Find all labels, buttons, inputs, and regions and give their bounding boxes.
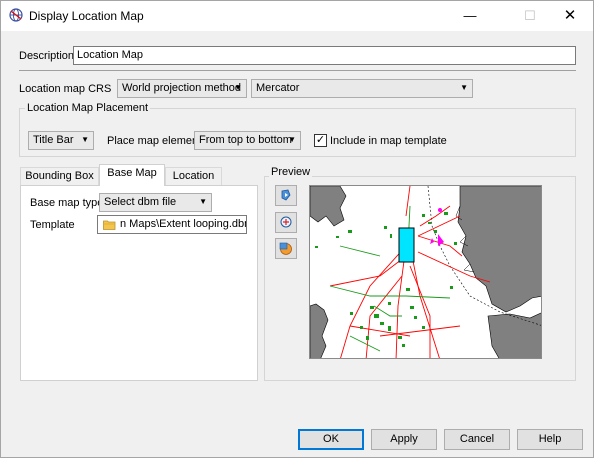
include-template-checkbox[interactable]: ✓ — [314, 134, 327, 147]
preview-group-title: Preview — [269, 166, 313, 178]
ok-button[interactable]: OK — [298, 429, 364, 450]
refresh-map-icon — [281, 189, 291, 201]
placement-order-select[interactable]: From top to bottom ▼ — [194, 131, 301, 150]
template-label: Template — [30, 219, 75, 231]
chevron-down-icon: ▼ — [234, 83, 242, 92]
zoom-extent-icon — [280, 216, 292, 228]
separator — [19, 70, 576, 71]
folder-icon[interactable] — [103, 219, 116, 230]
base-map-panel: Base map type Select dbm file ▼ Template… — [20, 185, 258, 381]
tab-location[interactable]: Location — [165, 167, 222, 185]
crs-method-select[interactable]: World projection method ▼ — [117, 79, 247, 98]
placement-group-title: Location Map Placement — [25, 102, 151, 114]
display-location-map-dialog: Display Location Map — ☐ ✕ Description L… — [0, 0, 594, 458]
chevron-down-icon: ▼ — [81, 135, 89, 144]
place-element-label: Place map element — [107, 135, 202, 147]
minimize-button[interactable]: — — [447, 1, 493, 31]
template-file-field[interactable]: n Maps\Extent looping.dbm — [97, 215, 247, 234]
title-bar: Display Location Map — ☐ ✕ — [1, 1, 593, 31]
tab-base-map[interactable]: Base Map — [99, 164, 165, 186]
frame-color-icon — [279, 242, 292, 255]
include-template-label: Include in map template — [330, 135, 447, 147]
window-title: Display Location Map — [29, 9, 144, 23]
close-button[interactable]: ✕ — [547, 1, 593, 31]
base-map-type-select[interactable]: Select dbm file ▼ — [99, 193, 212, 212]
chevron-down-icon: ▼ — [199, 197, 207, 206]
app-globe-icon — [9, 8, 23, 22]
refresh-map-button[interactable] — [275, 185, 297, 206]
base-map-type-label: Base map type — [30, 197, 104, 209]
description-input[interactable]: Location Map — [73, 46, 576, 65]
crs-method-value: World projection method — [122, 82, 242, 94]
help-button[interactable]: Help — [517, 429, 583, 450]
crs-projection-value: Mercator — [256, 82, 300, 94]
location-map-image — [310, 186, 541, 358]
apply-button[interactable]: Apply — [371, 429, 437, 450]
crs-projection-select[interactable]: Mercator ▼ — [251, 79, 473, 98]
placement-position-select[interactable]: Title Bar ▼ — [28, 131, 94, 150]
chevron-down-icon: ▼ — [460, 83, 468, 92]
chevron-down-icon: ▼ — [288, 135, 296, 144]
template-file-value: n Maps\Extent looping.dbm — [120, 218, 247, 230]
placement-position-value: Title Bar — [33, 134, 74, 146]
description-label: Description — [19, 50, 75, 62]
base-map-type-value: Select dbm file — [104, 196, 177, 208]
cancel-button[interactable]: Cancel — [444, 429, 510, 450]
placement-order-value: From top to bottom — [199, 134, 292, 146]
frame-color-button[interactable] — [275, 238, 297, 259]
crs-label: Location map CRS — [19, 83, 112, 95]
tab-bounding-box[interactable]: Bounding Box — [20, 167, 99, 185]
zoom-extent-button[interactable] — [275, 212, 297, 233]
preview-map — [309, 185, 542, 359]
